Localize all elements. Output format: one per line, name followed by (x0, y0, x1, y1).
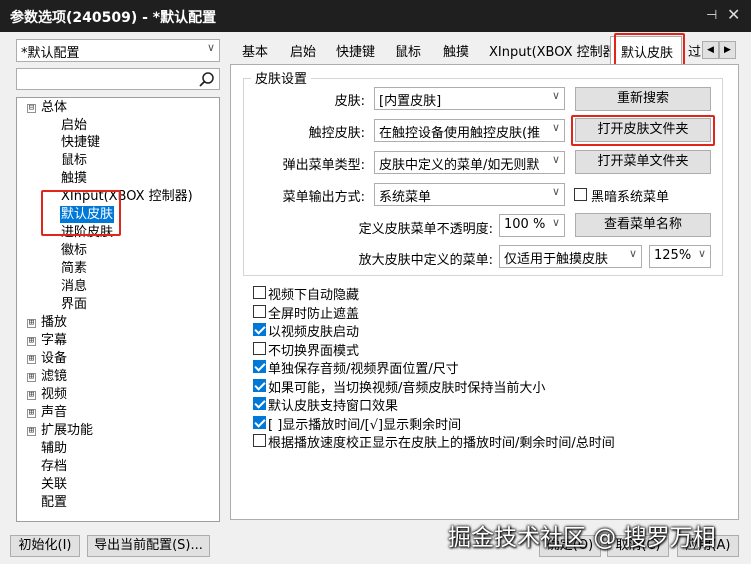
option-label-1: 全屏时防止遮盖 (268, 306, 360, 322)
tree-item-touch[interactable]: 触摸 (61, 170, 87, 187)
watermark: 掘金技术社区 @ 搜罗万相 (448, 525, 716, 551)
touch-skin-label: 触控皮肤: (308, 126, 365, 141)
window-title: 参数选项(240509) - *默认配置 (10, 10, 217, 26)
option-checkbox-3[interactable] (253, 341, 266, 355)
option-checkbox-6[interactable] (253, 397, 266, 410)
highlight-box-tab (614, 33, 685, 68)
tree-item-hotkeys[interactable]: 快捷键 (61, 134, 100, 151)
popup-type-select[interactable]: 皮肤中定义的菜单/如无则默 ∨ (374, 151, 565, 174)
tab-overflow[interactable]: 过 (688, 41, 701, 60)
expand-icon[interactable]: ⊞ (27, 319, 36, 328)
close-icon[interactable]: ✕ (727, 5, 743, 24)
initialize-button[interactable]: 初始化(I) (10, 535, 80, 557)
tab-basic[interactable]: 基本 (242, 41, 268, 60)
touch-skin-select[interactable]: 在触控设备使用触控皮肤(推 ∨ (374, 119, 565, 142)
tree-item-subtitles[interactable]: 字幕 (41, 332, 67, 349)
option-label-5: 如果可能，当切换视频/音频皮肤时保持当前大小 (268, 380, 546, 396)
enlarge-select[interactable]: 仅适用于触摸皮肤 ∨ (499, 245, 642, 268)
expand-icon[interactable]: ⊞ (27, 373, 36, 382)
tree-item-simple[interactable]: 简素 (61, 260, 87, 277)
skin-select[interactable]: [内置皮肤] ∨ (374, 87, 565, 110)
option-checkbox-0[interactable] (253, 286, 266, 299)
expand-icon[interactable]: ⊞ (27, 409, 36, 418)
option-label-6: 默认皮肤支持窗口效果 (268, 399, 399, 414)
expand-icon[interactable]: ⊞ (27, 355, 36, 364)
profile-select-value: *默认配置 (21, 46, 80, 61)
option-label-7: [ ]显示播放时间/[√]显示剩余时间 (268, 417, 462, 433)
opacity-label: 定义皮肤菜单不透明度: (358, 222, 493, 237)
highlight-box-tree (41, 190, 121, 236)
tab-hotkeys[interactable]: 快捷键 (336, 41, 375, 60)
tree-item-extensions[interactable]: 扩展功能 (41, 422, 93, 439)
skin-label: 皮肤: (334, 94, 365, 109)
highlight-box-button (571, 115, 715, 146)
tree-item-general[interactable]: 总体 (41, 99, 67, 116)
expand-icon[interactable]: ⊞ (27, 427, 36, 436)
rescan-button[interactable]: 重新搜索 (575, 87, 711, 111)
chevron-down-icon: ∨ (551, 121, 560, 134)
pin-icon[interactable]: ⊣ (706, 8, 718, 23)
tree-item-messages[interactable]: 消息 (61, 278, 87, 295)
dark-menu-label: 黑暗系统菜单 (591, 190, 670, 205)
option-checkbox-2[interactable] (253, 323, 266, 336)
chevron-down-icon: ∨ (551, 216, 560, 229)
chevron-down-icon: ∨ (628, 247, 637, 260)
expand-icon[interactable]: ⊞ (27, 391, 36, 400)
option-checkbox-5[interactable] (253, 378, 266, 392)
tab-scroll-left-icon[interactable]: ◀ (702, 41, 719, 59)
tree-item-devices[interactable]: 设备 (41, 350, 67, 367)
search-icon[interactable] (198, 71, 215, 88)
search-input[interactable] (16, 68, 220, 90)
settings-tree[interactable]: ⊟ 总体 启始 快捷键 鼠标 触摸 XInput(XBOX 控制器) 默认皮肤 … (16, 97, 220, 522)
dark-menu-checkbox[interactable] (574, 188, 587, 201)
tree-item-audio[interactable]: 声音 (41, 404, 67, 421)
title-bar: 参数选项(240509) - *默认配置 ⊣ ✕ (0, 0, 751, 32)
chevron-down-icon: ∨ (551, 153, 560, 166)
tree-item-startup[interactable]: 启始 (61, 117, 87, 134)
view-menu-names-button[interactable]: 查看菜单名称 (575, 213, 711, 237)
chevron-down-icon: ∨ (206, 41, 215, 54)
menu-output-label: 菜单输出方式: (282, 190, 365, 205)
chevron-down-icon: ∨ (551, 185, 560, 198)
tree-item-video[interactable]: 视频 (41, 386, 67, 403)
tree-item-logo[interactable]: 徽标 (61, 242, 87, 259)
option-label-0: 视频下自动隐藏 (268, 288, 360, 303)
expand-icon[interactable]: ⊞ (27, 337, 36, 346)
option-checkbox-7[interactable] (253, 415, 266, 429)
popup-type-label: 弹出菜单类型: (282, 158, 365, 173)
collapse-icon[interactable]: ⊟ (27, 104, 36, 113)
option-label-3: 不切换界面模式 (268, 343, 360, 359)
profile-select[interactable]: *默认配置 ∨ (16, 39, 220, 62)
chevron-down-icon: ∨ (551, 89, 560, 102)
group-title: 皮肤设置 (251, 68, 312, 87)
tree-item-mouse[interactable]: 鼠标 (61, 152, 87, 169)
tree-item-archive[interactable]: 存档 (41, 458, 67, 475)
option-checkbox-4[interactable] (253, 360, 266, 373)
tree-item-association[interactable]: 关联 (41, 476, 67, 493)
chevron-down-icon: ∨ (697, 247, 706, 260)
option-label-8: 根据播放速度校正显示在皮肤上的播放时间/剩余时间/总时间 (268, 436, 615, 451)
tab-mouse[interactable]: 鼠标 (395, 41, 421, 60)
tab-xinput[interactable]: XInput(XBOX 控制器) (489, 41, 621, 60)
option-checkbox-1[interactable] (253, 304, 266, 318)
tab-touch[interactable]: 触摸 (443, 41, 469, 60)
tab-startup[interactable]: 启始 (290, 41, 316, 60)
option-label-4: 单独保存音频/视频界面位置/尺寸 (268, 362, 459, 377)
opacity-select[interactable]: 100 % ∨ (499, 214, 565, 237)
tab-scroll-right-icon[interactable]: ▶ (719, 41, 736, 59)
enlarge-label: 放大皮肤中定义的菜单: (358, 253, 493, 268)
menu-output-select[interactable]: 系统菜单 ∨ (374, 183, 565, 206)
option-label-2: 以视频皮肤启动 (268, 325, 360, 340)
tree-item-playback[interactable]: 播放 (41, 314, 67, 331)
enlarge-percent-select[interactable]: 125% ∨ (649, 245, 711, 268)
tree-item-filters[interactable]: 滤镜 (41, 368, 67, 385)
tree-item-config[interactable]: 配置 (41, 494, 67, 511)
tree-item-interface[interactable]: 界面 (61, 296, 87, 313)
export-config-button[interactable]: 导出当前配置(S)... (87, 535, 210, 557)
tree-item-assist[interactable]: 辅助 (41, 440, 67, 457)
open-menu-folder-button[interactable]: 打开菜单文件夹 (575, 150, 711, 174)
option-checkbox-8[interactable] (253, 434, 266, 447)
